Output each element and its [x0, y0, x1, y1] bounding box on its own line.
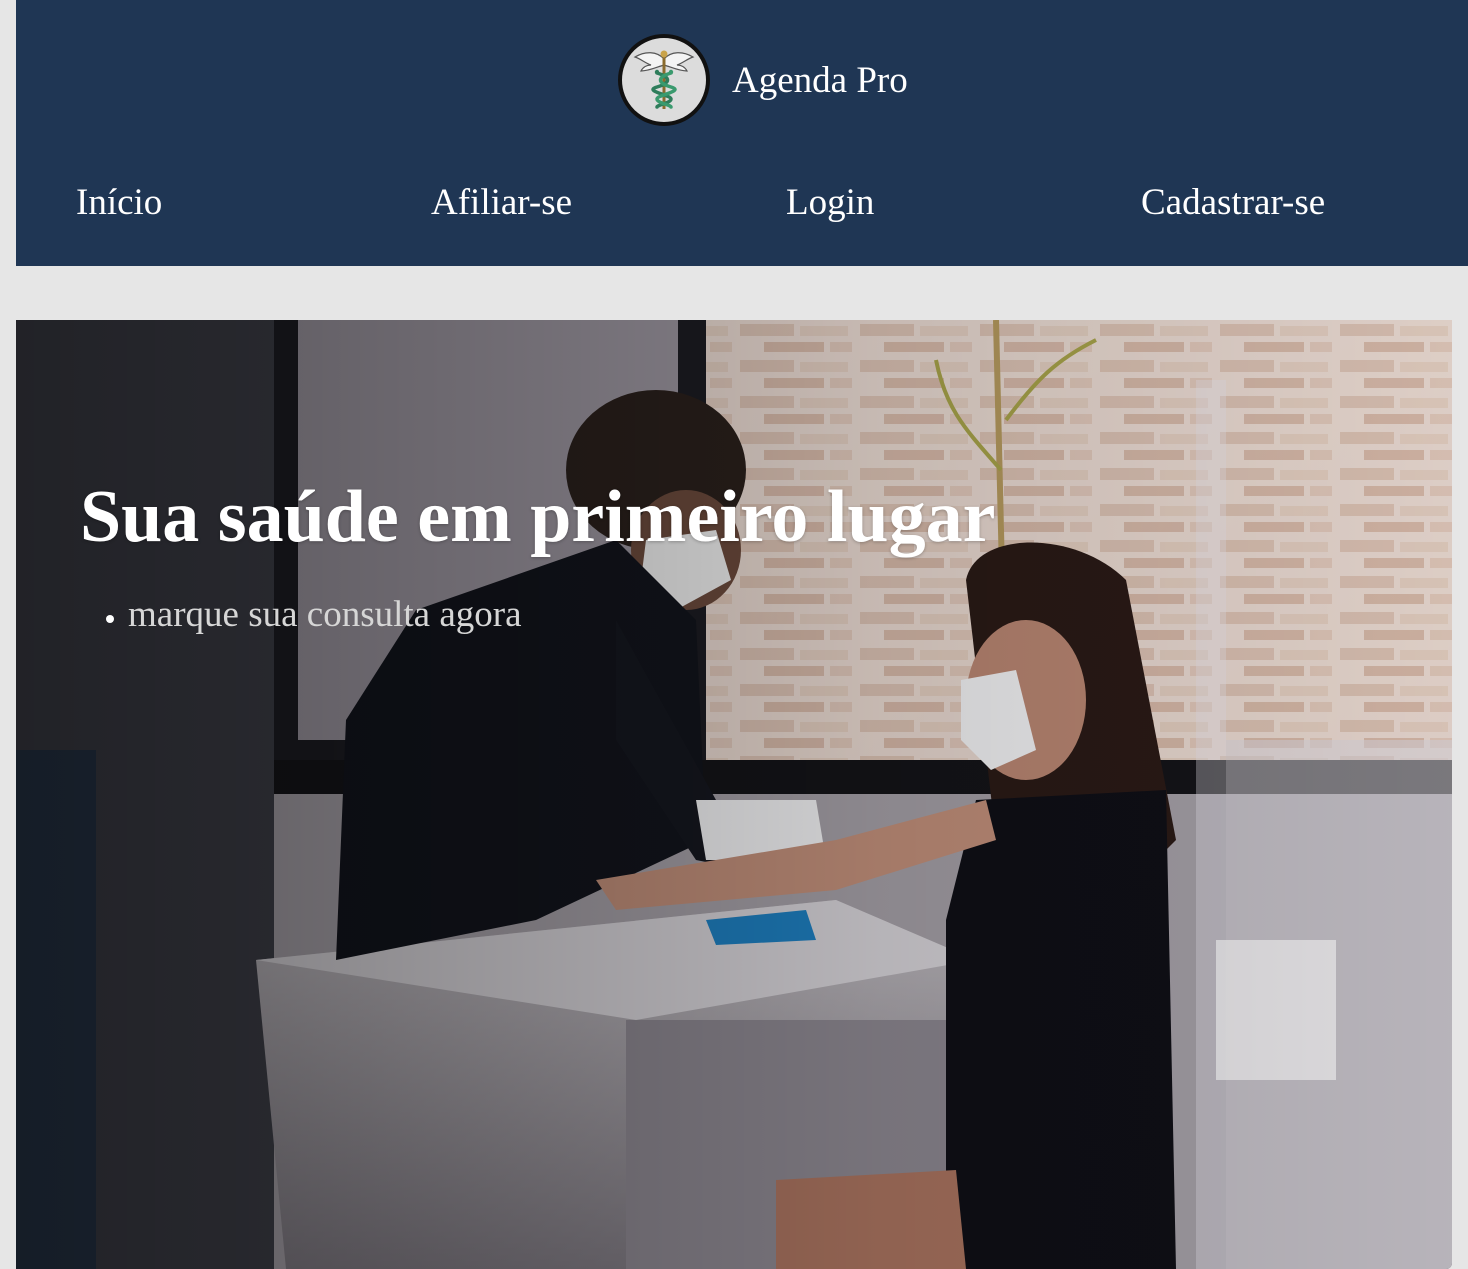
- nav-item-login[interactable]: Login: [786, 178, 874, 228]
- brand[interactable]: Agenda Pro: [618, 34, 908, 126]
- nav-item-inicio[interactable]: Início: [76, 178, 162, 228]
- hero-title: Sua saúde em primeiro lugar: [80, 476, 996, 558]
- hero-banner: Sua saúde em primeiro lugar marque sua c…: [16, 320, 1452, 1269]
- main-nav: Início Afiliar-se Login Cadastrar-se: [16, 178, 1468, 228]
- hero-bullet-item: marque sua consulta agora: [128, 592, 522, 638]
- nav-item-afiliar[interactable]: Afiliar-se: [431, 178, 572, 228]
- hero-bullet-list: marque sua consulta agora: [128, 592, 522, 638]
- caduceus-icon: [618, 34, 710, 126]
- site-header: Agenda Pro Início Afiliar-se Login Cadas…: [16, 0, 1468, 266]
- nav-item-cadastrar[interactable]: Cadastrar-se: [1141, 178, 1325, 228]
- hero-photo: [16, 320, 1452, 1269]
- brand-name: Agenda Pro: [732, 59, 908, 101]
